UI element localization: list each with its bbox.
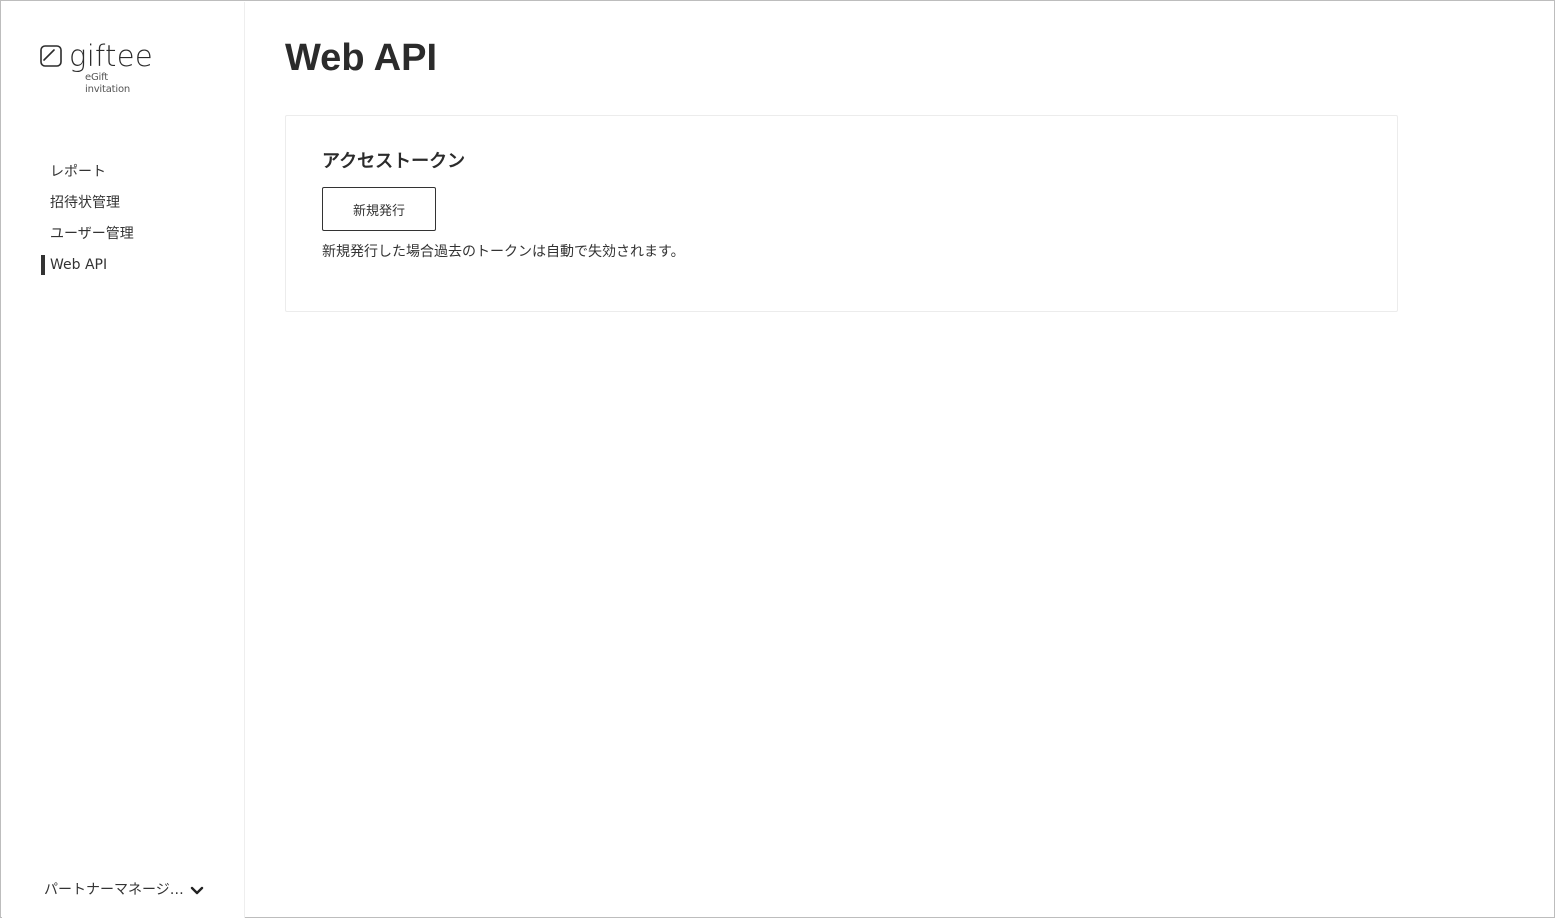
sidebar-nav: レポート 招待状管理 ユーザー管理 Web API bbox=[41, 161, 134, 285]
sidebar-item-label: ユーザー管理 bbox=[50, 226, 134, 242]
sidebar-item-label: Web API bbox=[50, 257, 108, 273]
access-token-card: アクセストークン 新規発行 新規発行した場合過去のトークンは自動で失効されます。 bbox=[285, 115, 1398, 312]
sidebar-item-label: 招待状管理 bbox=[50, 195, 120, 211]
giftee-logo-icon bbox=[40, 45, 62, 67]
chevron-down-icon bbox=[190, 886, 203, 895]
account-menu[interactable]: パートナーマネージ… bbox=[44, 879, 204, 899]
brand-tagline: eGift invitation bbox=[85, 72, 131, 95]
sidebar-item-report[interactable]: レポート bbox=[41, 161, 134, 192]
access-token-title: アクセストークン bbox=[322, 151, 466, 172]
brand-logo[interactable]: giftee eGift invitation bbox=[40, 39, 154, 95]
account-name: パートナーマネージ… bbox=[44, 882, 184, 898]
token-note: 新規発行した場合過去のトークンは自動で失効されます。 bbox=[322, 244, 685, 260]
app-window: giftee eGift invitation レポート 招待状管理 ユーザー管… bbox=[0, 0, 1555, 918]
sidebar-item-users[interactable]: ユーザー管理 bbox=[41, 223, 134, 254]
brand-name: giftee bbox=[69, 39, 154, 73]
sidebar-item-label: レポート bbox=[50, 164, 106, 180]
main-content: Web API アクセストークン 新規発行 新規発行した場合過去のトークンは自動… bbox=[245, 2, 1555, 918]
sidebar-item-invitations[interactable]: 招待状管理 bbox=[41, 192, 134, 223]
sidebar-item-web-api[interactable]: Web API bbox=[41, 254, 134, 285]
sidebar: giftee eGift invitation レポート 招待状管理 ユーザー管… bbox=[2, 2, 245, 918]
issue-token-button[interactable]: 新規発行 bbox=[322, 187, 436, 231]
page-title: Web API bbox=[285, 37, 438, 79]
